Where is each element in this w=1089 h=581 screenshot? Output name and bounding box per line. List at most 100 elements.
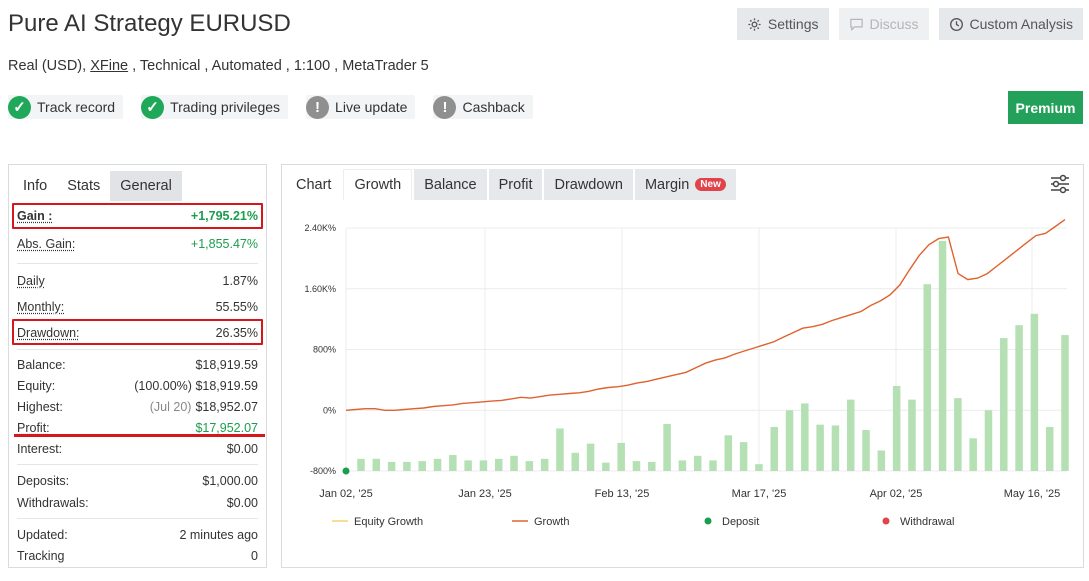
stat-monthly: Monthly: 55.55%	[9, 297, 266, 317]
badge-track-record[interactable]: ✓ Track record	[8, 95, 124, 119]
growth-bar	[479, 460, 488, 471]
stat-value: 1.87%	[222, 274, 258, 288]
growth-bar	[510, 455, 518, 471]
comment-icon	[849, 18, 863, 31]
growth-bar	[770, 426, 778, 471]
stat-value: +1,855.47%	[190, 237, 258, 251]
growth-bar	[632, 461, 641, 471]
stat-value-group: (100.00%) $18,919.59	[134, 379, 258, 393]
growth-bar	[586, 443, 595, 471]
growth-line	[345, 219, 1066, 412]
y-tick-label: 2.40K%	[304, 223, 336, 233]
growth-bar	[1030, 313, 1039, 471]
stat-label: Withdrawals:	[17, 496, 89, 510]
stats-panel: Info Stats General Gain : +1,795.21% Abs…	[8, 164, 267, 568]
stat-abs-gain: Abs. Gain: +1,855.47%	[9, 234, 266, 254]
growth-bar	[984, 410, 993, 471]
discuss-button[interactable]: Discuss	[838, 8, 929, 40]
growth-bar	[494, 458, 503, 471]
x-tick-label: Jan 02, '25	[319, 488, 372, 500]
growth-bar	[540, 458, 549, 471]
stat-daily: Daily 1.87%	[9, 271, 266, 291]
growth-bar	[525, 461, 534, 471]
badge-cashback[interactable]: ! Cashback	[433, 95, 533, 119]
growth-bar	[556, 428, 564, 471]
stat-label: Interest:	[17, 442, 63, 456]
stat-interest: Interest: $0.00	[9, 439, 266, 459]
premium-button[interactable]: Premium	[1008, 91, 1083, 124]
custom-analysis-label: Custom Analysis	[969, 16, 1073, 32]
growth-bar	[877, 450, 886, 471]
x-tick-label: Feb 13, '25	[595, 488, 650, 500]
exclamation-circle-icon: !	[433, 95, 457, 119]
stat-label[interactable]: Abs. Gain:	[17, 237, 75, 251]
broker-link[interactable]: XFine	[90, 58, 128, 74]
stat-value: 55.55%	[215, 300, 258, 314]
stat-tracking: Tracking 0	[9, 546, 266, 566]
growth-chart: 2.40K% 1.60K% 800% 0% -800% Jan 02, '25 Jan 23…	[304, 219, 1069, 528]
legend-swatch	[704, 517, 712, 525]
check-circle-icon: ✓	[8, 95, 31, 119]
legend-label: Withdrawal	[900, 516, 954, 528]
badge-label: Track record	[37, 99, 116, 115]
stat-label[interactable]: Profit:	[17, 421, 50, 435]
badge-live-update[interactable]: ! Live update	[306, 95, 416, 119]
legend-label: Deposit	[722, 516, 759, 528]
stat-label: Highest:	[17, 400, 63, 414]
growth-bar	[785, 410, 794, 471]
gear-icon	[748, 17, 761, 31]
y-tick-label: 1.60K%	[304, 284, 336, 294]
legend-label: Equity Growth	[354, 516, 423, 528]
y-tick-label: -800%	[310, 466, 336, 476]
tab-general[interactable]: General	[110, 171, 182, 201]
stat-label[interactable]: Daily	[17, 274, 45, 288]
growth-bar	[571, 452, 580, 471]
stat-value: $1,000.00	[202, 474, 258, 488]
settings-label: Settings	[767, 16, 819, 32]
exclamation-circle-icon: !	[306, 95, 330, 119]
x-tick-label: Jan 23, '25	[458, 488, 511, 500]
y-tick-label: 0%	[323, 405, 336, 415]
growth-bar	[709, 460, 717, 471]
growth-bar	[617, 442, 625, 471]
subtitle-prefix: Real (USD),	[8, 58, 91, 74]
settings-button[interactable]: Settings	[736, 8, 829, 40]
growth-bar	[816, 424, 824, 471]
tab-info[interactable]: Info	[13, 171, 57, 201]
tab-stats[interactable]: Stats	[57, 171, 110, 201]
deposit-point	[342, 467, 350, 475]
badge-row: ✓ Track record ✓ Trading privileges ! Li…	[8, 95, 533, 119]
discuss-label: Discuss	[869, 16, 919, 32]
stat-value: $18,919.59	[195, 379, 258, 393]
stat-label: Tracking	[17, 549, 65, 563]
stat-withdrawals: Withdrawals: $0.00	[9, 493, 266, 513]
custom-analysis-button[interactable]: Custom Analysis	[938, 8, 1083, 40]
stat-value: 0	[251, 549, 258, 563]
account-subtitle: Real (USD), XFine , Technical , Automate…	[8, 58, 429, 74]
y-tick-label: 800%	[313, 345, 336, 355]
growth-bar	[892, 385, 901, 471]
page-title: Pure AI Strategy EURUSD	[8, 10, 291, 37]
stat-value: $17,952.07	[195, 421, 258, 435]
growth-bar	[739, 442, 748, 471]
stats-tabs: Info Stats General	[9, 165, 266, 201]
growth-bar	[923, 284, 932, 471]
badge-trading-privileges[interactable]: ✓ Trading privileges	[141, 95, 289, 119]
growth-bar	[862, 429, 870, 471]
stat-equity: Equity: (100.00%) $18,919.59	[9, 376, 266, 396]
badge-label: Live update	[335, 99, 408, 115]
top-actions: Settings Discuss Custom Analysis	[736, 8, 1083, 40]
divider	[17, 349, 258, 350]
growth-bar	[755, 464, 763, 471]
badge-label: Cashback	[462, 99, 525, 115]
stat-label: Deposits:	[17, 474, 70, 488]
divider	[17, 518, 258, 519]
growth-bar	[954, 398, 962, 471]
stat-label[interactable]: Monthly:	[17, 300, 64, 314]
divider	[17, 263, 258, 264]
x-tick-label: Apr 02, '25	[870, 488, 923, 500]
chart-panel: Chart Growth Balance Profit Drawdown Mar…	[281, 164, 1084, 568]
stat-highest: Highest: (Jul 20) $18,952.07	[9, 397, 266, 417]
legend-label: Growth	[534, 516, 569, 528]
stat-value-group: (Jul 20) $18,952.07	[150, 400, 258, 414]
